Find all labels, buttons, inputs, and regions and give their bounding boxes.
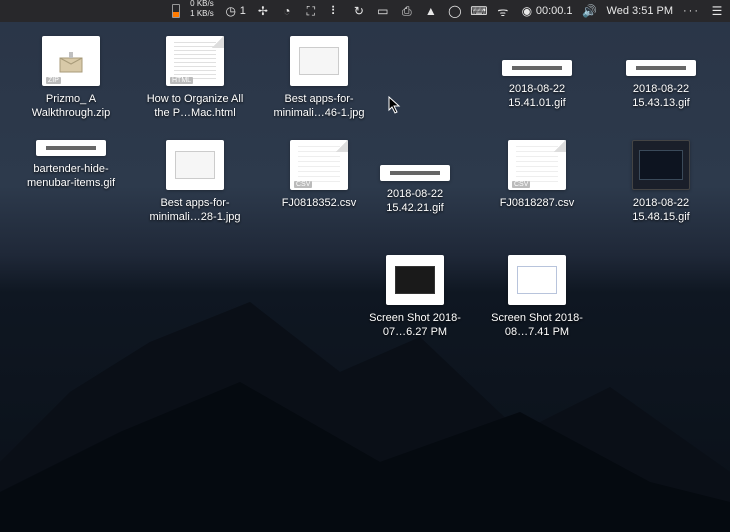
- menubar-printer-icon[interactable]: ⎙: [400, 0, 414, 22]
- menubar-aperture-icon[interactable]: ✢: [256, 0, 270, 22]
- file-badge: HTML: [170, 77, 193, 84]
- menubar-datetime[interactable]: Wed 3:51 PM: [607, 0, 673, 22]
- file-label: 2018-08-22 15.42.21.gif: [358, 187, 472, 215]
- file-icon: HTML: [166, 36, 224, 86]
- file-badge: ZIP: [46, 77, 61, 84]
- file-label: FJ0818352.csv: [282, 196, 357, 210]
- desktop[interactable]: ZIP Prizmo_ A Walkthrough.zip HTML How to O…: [0, 30, 730, 532]
- file-icon: [626, 60, 696, 76]
- file-icon: CSV: [290, 140, 348, 190]
- menubar-record-icon[interactable]: ◉00:00.1: [520, 0, 573, 22]
- desktop-file[interactable]: Best apps-for-minimali…28-1.jpg: [138, 140, 252, 224]
- desktop-file[interactable]: bartender-hide-menubar-items.gif: [14, 140, 128, 190]
- menubar-list-icon[interactable]: ☰: [710, 0, 724, 22]
- file-icon: [502, 60, 572, 76]
- file-badge: CSV: [512, 181, 530, 188]
- desktop-file[interactable]: Best apps-for-minimali…46-1.jpg: [262, 36, 376, 120]
- menubar-more-icon[interactable]: ···: [683, 0, 700, 22]
- menubar-sync-icon[interactable]: ↻: [352, 0, 366, 22]
- menubar-nodes-icon[interactable]: ⠇: [328, 0, 342, 22]
- menubar-circle-icon[interactable]: ◯: [448, 0, 462, 22]
- file-label: Screen Shot 2018-08…7.41 PM: [480, 311, 594, 339]
- desktop-file[interactable]: 2018-08-22 15.43.13.gif: [604, 60, 718, 110]
- file-icon: [380, 165, 450, 181]
- desktop-file[interactable]: ZIP Prizmo_ A Walkthrough.zip: [14, 36, 128, 120]
- file-label: 2018-08-22 15.41.01.gif: [480, 82, 594, 110]
- file-label: FJ0818287.csv: [500, 196, 575, 210]
- file-label: 2018-08-22 15.48.15.gif: [604, 196, 718, 224]
- desktop-file[interactable]: HTML How to Organize All the P…Mac.html: [138, 36, 252, 120]
- menubar-droplet-icon[interactable]: ◔: [280, 0, 294, 22]
- file-icon: ZIP: [42, 36, 100, 86]
- desktop-file[interactable]: 2018-08-22 15.42.21.gif: [358, 165, 472, 215]
- menubar-timer-icon[interactable]: ◷1: [224, 0, 246, 22]
- file-label: bartender-hide-menubar-items.gif: [14, 162, 128, 190]
- menubar-wifi-icon[interactable]: ᯤ: [496, 0, 510, 22]
- file-label: How to Organize All the P…Mac.html: [138, 92, 252, 120]
- file-icon: [36, 140, 106, 156]
- desktop-file[interactable]: Screen Shot 2018-08…7.41 PM: [480, 255, 594, 339]
- file-icon: CSV: [508, 140, 566, 190]
- netspeed-up: 0 KB/s: [190, 0, 214, 8]
- menubar-netspeed[interactable]: 0 KB/s 1 KB/s: [190, 0, 214, 22]
- menubar-keyboard-icon[interactable]: ⌨: [472, 0, 486, 22]
- file-icon: [386, 255, 444, 305]
- file-icon: [166, 140, 224, 190]
- file-label: Prizmo_ A Walkthrough.zip: [14, 92, 128, 120]
- file-label: Best apps-for-minimali…46-1.jpg: [262, 92, 376, 120]
- menubar: 0 KB/s 1 KB/s ◷1 ✢ ◔ ⛶ ⠇ ↻ ▭ ⎙ ▲ ◯ ⌨ ᯤ ◉…: [0, 0, 730, 22]
- file-icon: [508, 255, 566, 305]
- desktop-file[interactable]: 2018-08-22 15.41.01.gif: [480, 60, 594, 110]
- menubar-airplay-icon[interactable]: ▲: [424, 0, 438, 22]
- desktop-file[interactable]: CSV FJ0818287.csv: [480, 140, 594, 210]
- menubar-rects-icon[interactable]: ▭: [376, 0, 390, 22]
- file-label: 2018-08-22 15.43.13.gif: [604, 82, 718, 110]
- file-label: Screen Shot 2018-07…6.27 PM: [358, 311, 472, 339]
- menubar-timer-text: 00:00.1: [536, 5, 573, 17]
- desktop-file[interactable]: Screen Shot 2018-07…6.27 PM: [358, 255, 472, 339]
- netspeed-down: 1 KB/s: [190, 10, 214, 18]
- menubar-battery-icon[interactable]: [172, 0, 180, 22]
- file-badge: CSV: [294, 181, 312, 188]
- menubar-volume-icon[interactable]: 🔊: [583, 0, 597, 22]
- menubar-crop-icon[interactable]: ⛶: [304, 0, 318, 22]
- file-icon: [632, 140, 690, 190]
- file-icon: [290, 36, 348, 86]
- file-label: Best apps-for-minimali…28-1.jpg: [138, 196, 252, 224]
- desktop-file[interactable]: 2018-08-22 15.48.15.gif: [604, 140, 718, 224]
